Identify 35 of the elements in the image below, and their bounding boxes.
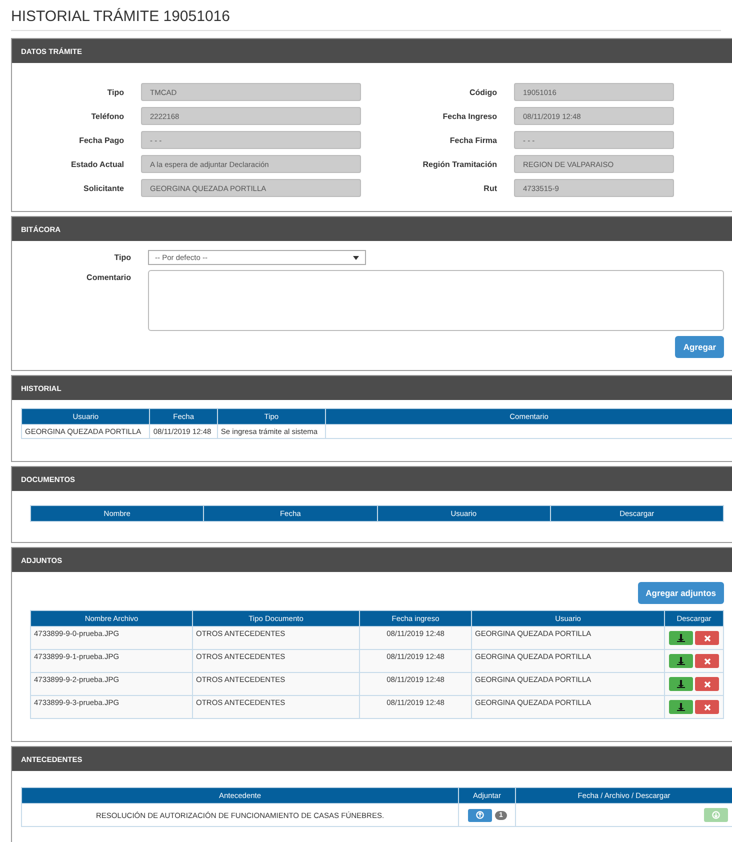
close-icon: [704, 704, 710, 710]
field-label: Región Tramitación: [422, 160, 497, 168]
download-button[interactable]: [669, 700, 693, 714]
close-icon: [704, 680, 710, 688]
delete-button[interactable]: [695, 700, 719, 714]
field-label: Fecha Ingreso: [442, 112, 497, 120]
field-label: Comentario: [86, 272, 131, 282]
download-icon: [712, 811, 720, 819]
download-icon: [677, 634, 685, 642]
add-attachments-button[interactable]: Agregar adjuntos: [638, 582, 724, 604]
download-button[interactable]: [669, 631, 693, 645]
close-icon: [704, 658, 710, 664]
download-icon: [677, 703, 685, 711]
download-icon: [677, 680, 685, 688]
close-icon: [704, 634, 710, 642]
field-label: Tipo: [113, 252, 131, 264]
field-label: Solicitante: [82, 184, 124, 192]
field-label: Fecha Pago: [78, 136, 124, 144]
download-button[interactable]: [669, 677, 693, 691]
delete-button[interactable]: [695, 677, 719, 691]
field-label: Estado Actual: [70, 160, 124, 168]
field-label: Rut: [482, 184, 497, 192]
field-label: Código: [468, 88, 497, 96]
upload-button[interactable]: [468, 808, 492, 822]
download-button[interactable]: [669, 654, 693, 668]
delete-button[interactable]: [695, 631, 719, 645]
download-icon: [677, 657, 685, 665]
delete-button[interactable]: [695, 654, 719, 668]
caret-icon: [353, 256, 359, 260]
field-label: Teléfono: [90, 112, 124, 120]
page-title: HISTORIAL TRÁMITE 19051016: [11, 0, 721, 31]
field-label: Tipo: [106, 88, 124, 96]
upload-icon: [476, 811, 484, 819]
add-button[interactable]: Agregar: [675, 336, 724, 358]
field-label: Fecha Firma: [448, 136, 497, 144]
